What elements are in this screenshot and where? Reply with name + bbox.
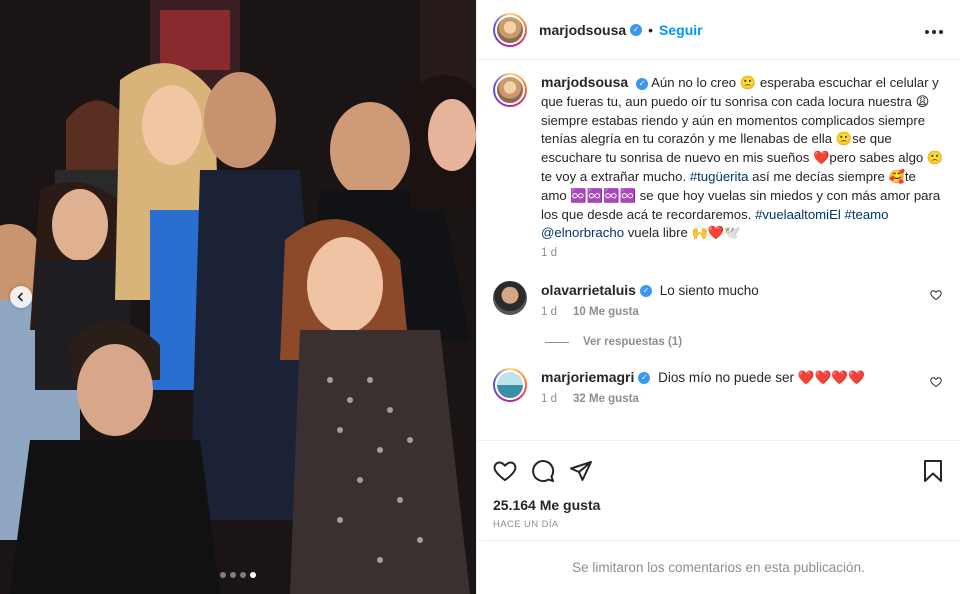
caption: marjodsousa ✓ Aún no lo creo 🙁 esperaba e… bbox=[493, 73, 944, 259]
bookmark-icon[interactable] bbox=[922, 459, 944, 483]
carousel-indicator bbox=[0, 572, 476, 578]
follow-button[interactable]: Seguir bbox=[659, 22, 703, 38]
caption-segment: te voy a extrañar mucho. bbox=[541, 169, 690, 184]
emoji: ♾️♾️♾️♾️ bbox=[570, 189, 637, 204]
comment-likes[interactable]: 10 Me gusta bbox=[573, 306, 639, 318]
comment-text: olavarrietaluis ✓ Lo siento mucho bbox=[541, 281, 921, 300]
author-username[interactable]: marjodsousa bbox=[539, 22, 626, 38]
post-actions: 25.164 Me gusta HACE UN DÍA bbox=[477, 440, 960, 530]
mention-link[interactable]: @elnorbracho bbox=[541, 225, 624, 240]
comment-username[interactable]: olavarrietaluis bbox=[541, 282, 636, 298]
previous-photo-button[interactable] bbox=[10, 286, 32, 308]
likes-count[interactable]: 25.164 Me gusta bbox=[493, 497, 944, 513]
avatar[interactable] bbox=[493, 73, 527, 107]
comment-time: 1 d bbox=[541, 393, 557, 405]
avatar[interactable] bbox=[493, 281, 527, 315]
emoji: ❤️ bbox=[812, 151, 830, 166]
comment-bubble-icon[interactable] bbox=[531, 459, 555, 483]
comment-meta: 1 d 32 Me gusta bbox=[541, 393, 921, 405]
caption-text: marjodsousa ✓ Aún no lo creo 🙁 esperaba e… bbox=[541, 73, 945, 243]
carousel-dot bbox=[240, 572, 246, 578]
hearts-emoji: ❤️❤️❤️❤️ bbox=[797, 370, 865, 386]
post-date[interactable]: HACE UN DÍA bbox=[493, 519, 944, 530]
post-header: marjodsousa ✓ • Seguir bbox=[477, 0, 960, 60]
comment-content: Dios mío no puede ser bbox=[658, 370, 798, 385]
more-options-icon[interactable] bbox=[924, 19, 944, 40]
caption-time: 1 d bbox=[541, 247, 557, 259]
emoji: 🙁 bbox=[739, 76, 757, 91]
comment: olavarrietaluis ✓ Lo siento mucho 1 d 10 … bbox=[493, 281, 944, 318]
share-paper-plane-icon[interactable] bbox=[569, 459, 593, 483]
verified-badge-icon: ✓ bbox=[636, 77, 649, 90]
hashtag-link[interactable]: #vuelaaltomiEl bbox=[755, 207, 841, 222]
comment-time: 1 d bbox=[541, 306, 557, 318]
verified-badge-icon: ✓ bbox=[630, 23, 643, 36]
comment-username[interactable]: marjoriemagri bbox=[541, 369, 634, 385]
avatar[interactable] bbox=[493, 368, 527, 402]
like-heart-icon[interactable] bbox=[493, 459, 517, 483]
comments-limited-notice: Se limitaron los comentarios en esta pub… bbox=[477, 540, 960, 594]
carousel-dot bbox=[220, 572, 226, 578]
hashtag-link[interactable]: #teamo bbox=[845, 207, 889, 222]
verified-badge-icon: ✓ bbox=[639, 285, 652, 298]
caption-segment: Aún no lo creo bbox=[651, 75, 740, 90]
like-comment-heart-icon[interactable] bbox=[930, 376, 944, 390]
action-icons bbox=[493, 451, 944, 491]
hashtag-link[interactable]: #tugüerita bbox=[690, 169, 749, 184]
emoji: 🙌❤️🕊️ bbox=[691, 226, 741, 241]
verified-badge-icon: ✓ bbox=[638, 372, 651, 385]
separator: • bbox=[648, 21, 654, 38]
emoji: 🙁 bbox=[835, 132, 853, 147]
comment-likes[interactable]: 32 Me gusta bbox=[573, 393, 639, 405]
caption-username[interactable]: marjodsousa bbox=[541, 74, 628, 90]
replies-divider bbox=[545, 341, 569, 343]
carousel-dot bbox=[230, 572, 236, 578]
caption-segment: así me decías siempre bbox=[748, 169, 889, 184]
like-comment-heart-icon[interactable] bbox=[930, 289, 944, 303]
carousel-dot bbox=[250, 572, 256, 578]
caption-segment: pero sabes algo bbox=[829, 150, 927, 165]
emoji: 🙁 bbox=[926, 151, 944, 166]
group-photo-image bbox=[0, 0, 476, 594]
post-details-panel: marjodsousa ✓ • Seguir marjodsousa ✓ Aún … bbox=[476, 0, 960, 594]
comment-text: marjoriemagri ✓ Dios mío no puede ser ❤️❤… bbox=[541, 368, 921, 387]
comment-meta: 1 d 10 Me gusta bbox=[541, 306, 921, 318]
caption-body: Aún no lo creo 🙁 esperaba escuchar el ce… bbox=[541, 75, 944, 241]
comment: marjoriemagri ✓ Dios mío no puede ser ❤️❤… bbox=[493, 368, 944, 405]
post-photo[interactable] bbox=[0, 0, 476, 594]
emoji: 😩 bbox=[915, 95, 930, 110]
view-replies-button[interactable]: Ver respuestas (1) bbox=[545, 336, 944, 348]
view-replies-label[interactable]: Ver respuestas (1) bbox=[583, 336, 682, 348]
caption-segment: vuela libre bbox=[624, 225, 692, 240]
comments-area[interactable]: marjodsousa ✓ Aún no lo creo 🙁 esperaba e… bbox=[477, 61, 960, 440]
chevron-left-icon bbox=[17, 292, 24, 302]
comment-content: Lo siento mucho bbox=[659, 283, 759, 298]
avatar[interactable] bbox=[493, 12, 527, 47]
emoji: 🥰 bbox=[888, 170, 905, 185]
